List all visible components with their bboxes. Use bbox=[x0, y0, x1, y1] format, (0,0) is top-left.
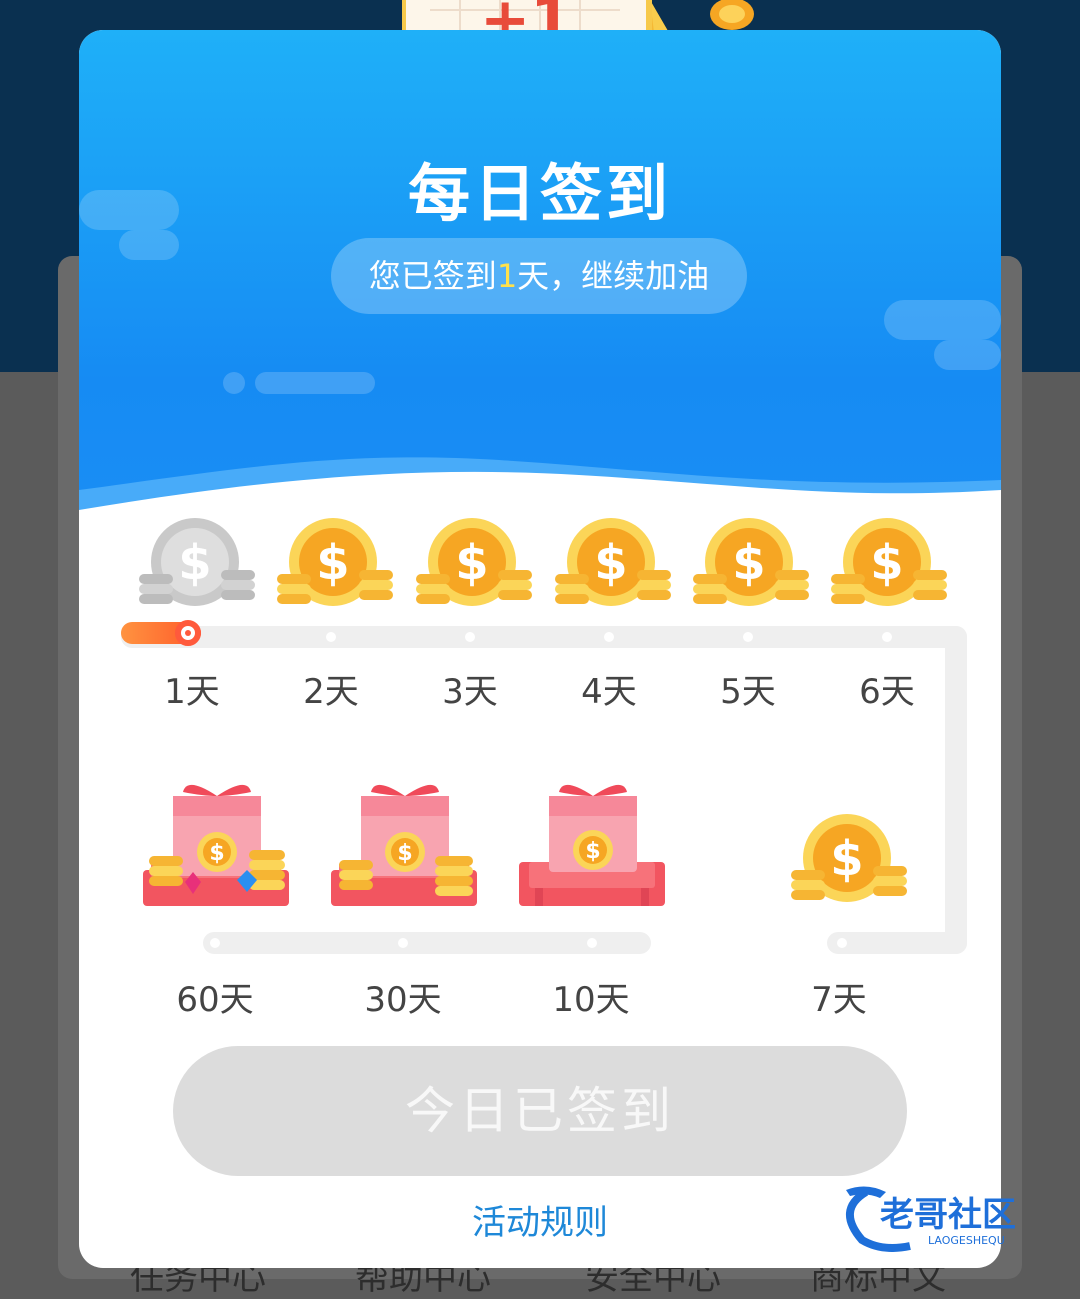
checkin-day-count: 1 bbox=[496, 257, 518, 295]
gold-coin-icon: $ bbox=[693, 518, 809, 606]
progress-track-bottom-right bbox=[827, 932, 967, 954]
activity-rules-label: 活动规则 bbox=[472, 1203, 608, 1243]
cloud-decoration bbox=[934, 340, 1001, 370]
laoge-community-watermark-logo: 老哥社区 LAOGESHEQU bbox=[845, 1186, 1016, 1252]
svg-text:$: $ bbox=[316, 535, 349, 591]
svg-text:$: $ bbox=[209, 841, 224, 866]
dialog-title: 每日签到 bbox=[407, 157, 672, 230]
gift-box-gems-icon: $ bbox=[143, 784, 289, 906]
status-prefix: 您已签到 bbox=[368, 257, 497, 295]
track-dot bbox=[882, 632, 892, 642]
cloud-decoration bbox=[884, 300, 1001, 340]
svg-text:$: $ bbox=[830, 831, 863, 887]
progress-track-top bbox=[121, 626, 967, 648]
gold-coin-icon: $ bbox=[791, 814, 907, 902]
day-label: 6天 bbox=[859, 672, 915, 712]
svg-text:$: $ bbox=[178, 535, 211, 591]
gold-coin-icon: $ bbox=[416, 518, 532, 606]
day-label: 10天 bbox=[552, 980, 630, 1020]
track-dot bbox=[743, 632, 753, 642]
track-dot bbox=[604, 632, 614, 642]
day-label: 30天 bbox=[364, 980, 442, 1020]
progress-marker bbox=[175, 620, 201, 646]
day-label: 7天 bbox=[811, 980, 867, 1020]
cloud-decoration bbox=[255, 372, 375, 394]
day-label: 1天 bbox=[164, 672, 220, 712]
silver-coin-icon: $ bbox=[139, 518, 255, 606]
track-dot bbox=[465, 632, 475, 642]
cloud-decoration bbox=[119, 230, 179, 260]
day-label: 3天 bbox=[442, 672, 498, 712]
gold-coin-icon: $ bbox=[831, 518, 947, 606]
svg-text:$: $ bbox=[594, 535, 627, 591]
day-label: 2天 bbox=[303, 672, 359, 712]
day-label: 60天 bbox=[176, 980, 254, 1020]
checked-in-today-button[interactable]: 今日已签到 bbox=[173, 1046, 907, 1176]
track-dot bbox=[837, 938, 847, 948]
watermark-text: 老哥社区 bbox=[880, 1195, 1016, 1235]
progress-track-right bbox=[945, 626, 967, 954]
daily-checkin-dialog: 每日签到 您已签到1天，继续加油 $ $ $ $ $ $ 1天 2天 3天 4天… bbox=[79, 30, 1001, 1268]
watermark-subtext: LAOGESHEQU bbox=[928, 1234, 1005, 1247]
track-dot bbox=[587, 938, 597, 948]
svg-text:$: $ bbox=[870, 535, 903, 591]
svg-text:$: $ bbox=[455, 535, 488, 591]
gold-coin-icon: $ bbox=[555, 518, 671, 606]
track-dot bbox=[210, 938, 220, 948]
gift-box-icon: $ bbox=[519, 784, 665, 906]
day-label: 5天 bbox=[720, 672, 776, 712]
gift-box-coins-icon: $ bbox=[331, 784, 477, 906]
track-dot bbox=[326, 632, 336, 642]
svg-text:$: $ bbox=[397, 841, 412, 866]
status-suffix: 天，继续加油 bbox=[517, 257, 710, 295]
track-dot bbox=[398, 938, 408, 948]
svg-text:$: $ bbox=[732, 535, 765, 591]
progress-track-bottom bbox=[203, 932, 651, 954]
svg-text:$: $ bbox=[585, 839, 600, 864]
gold-coin-icon: $ bbox=[277, 518, 393, 606]
checkin-status-pill: 您已签到1天，继续加油 bbox=[331, 238, 747, 314]
cloud-decoration bbox=[223, 372, 245, 394]
day-label: 4天 bbox=[581, 672, 637, 712]
